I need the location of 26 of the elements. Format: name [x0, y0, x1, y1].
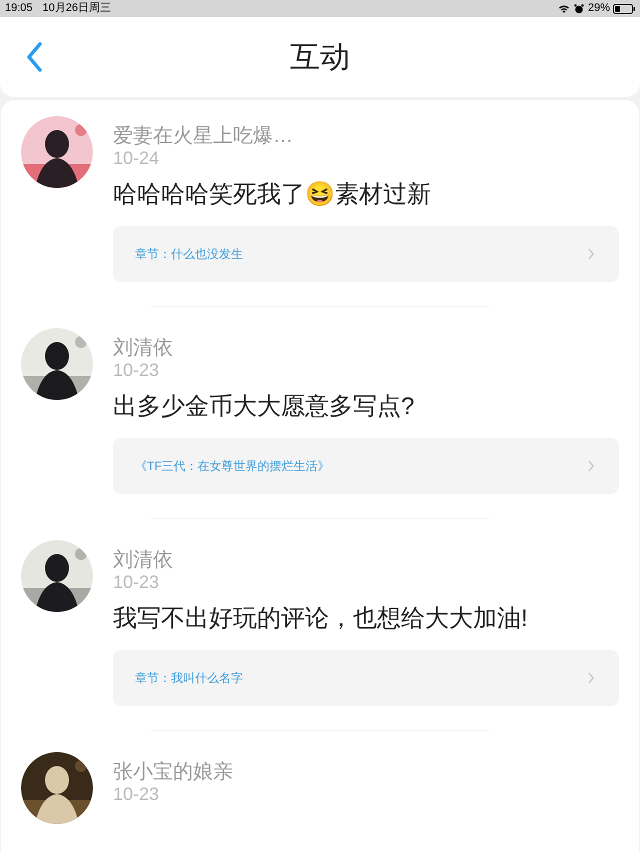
- back-icon: [24, 41, 44, 73]
- chapter-link[interactable]: 《TF三代：在女尊世界的摆烂生活》: [113, 438, 619, 494]
- comment-text: 哈哈哈哈笑死我了😆素材过新: [113, 180, 432, 210]
- status-time: 19:05: [5, 1, 33, 16]
- battery-icon: [613, 4, 635, 14]
- back-button[interactable]: [24, 41, 44, 73]
- chevron-icon: [587, 460, 595, 472]
- comment-date: 10-23: [113, 784, 160, 804]
- comment-text: 我写不出好玩的评论，也想给大大加油!: [113, 604, 529, 634]
- wifi-icon: [558, 4, 570, 14]
- user-name: 张小宝的娘亲: [113, 760, 234, 784]
- battery-percent: 29%: [588, 1, 610, 16]
- user-name: 刘清依: [113, 336, 174, 360]
- page-title: 互动: [290, 40, 350, 76]
- chevron-icon: [587, 248, 595, 260]
- comment-date: 10-23: [113, 572, 160, 592]
- alarm-icon: [574, 4, 584, 14]
- comment-text: 出多少金币大大愿意多写点?: [113, 392, 416, 422]
- chapter-link[interactable]: 章节：我叫什么名字: [113, 650, 619, 706]
- comment-date: 10-23: [113, 360, 160, 380]
- user-name: 爱妻在火星上吃爆…: [113, 124, 294, 148]
- chevron-icon: [587, 672, 595, 684]
- status-date: 10月26日周三: [42, 1, 112, 16]
- comment-date: 10-24: [113, 148, 160, 168]
- user-name: 刘清依: [113, 548, 174, 572]
- chapter-link[interactable]: 章节：什么也没发生: [113, 226, 619, 282]
